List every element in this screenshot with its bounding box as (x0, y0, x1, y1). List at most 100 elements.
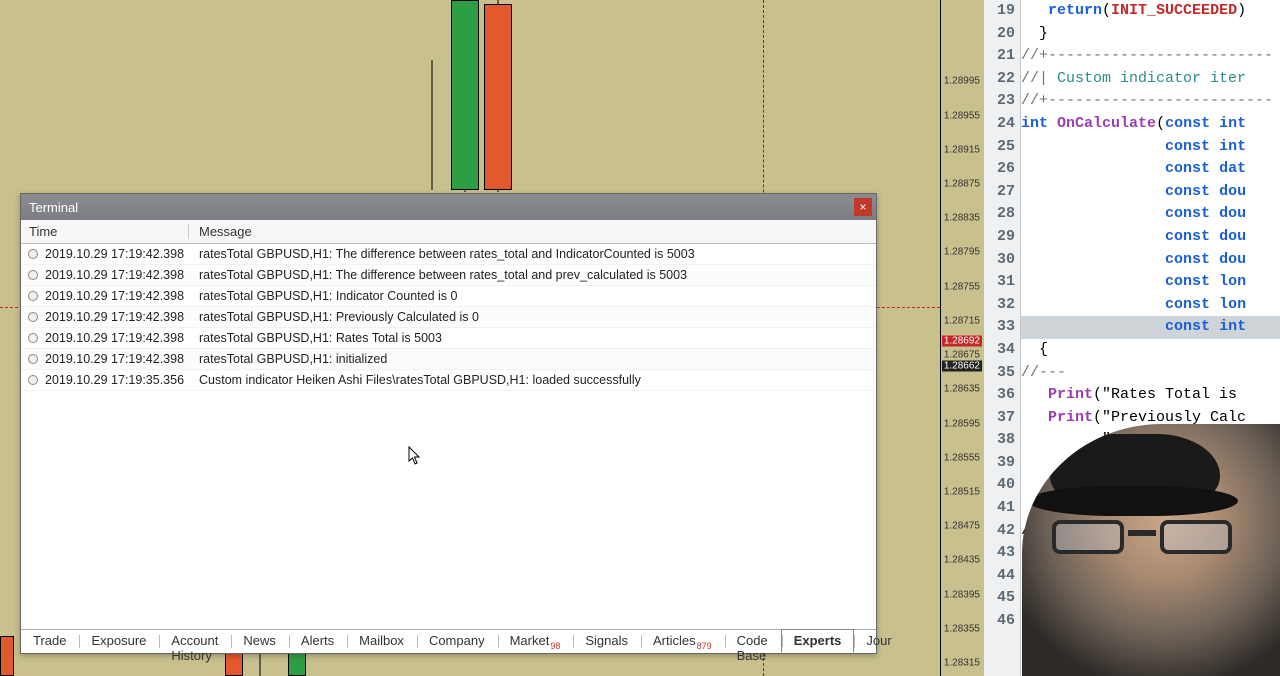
terminal-columns: Time Message (21, 220, 876, 244)
price-tick: 1.28715 (942, 315, 982, 326)
price-tick: 1.28595 (942, 418, 982, 429)
log-row[interactable]: 2019.10.29 17:19:35.356Custom indicator … (21, 370, 876, 391)
line-number: 29 (984, 226, 1015, 249)
price-tick: 1.28835 (942, 213, 982, 224)
log-status-icon (28, 291, 38, 301)
code-line: const dou (1021, 226, 1280, 249)
terminal-title: Terminal (29, 200, 78, 215)
code-line: //| Custom indicator iter (1021, 68, 1280, 91)
price-tick: 1.28475 (942, 521, 982, 532)
tab-company[interactable]: Company (417, 630, 498, 653)
code-line: //+------------------------- (1021, 90, 1280, 113)
price-tick: 1.28555 (942, 452, 982, 463)
code-line: //+------------------------- (1021, 45, 1280, 68)
line-number: 45 (984, 587, 1015, 610)
line-number: 37 (984, 407, 1015, 430)
candle (425, 60, 439, 190)
terminal-titlebar[interactable]: Terminal × (21, 194, 876, 220)
terminal-tabs: TradeExposureAccount HistoryNewsAlertsMa… (21, 629, 876, 653)
price-tick: 1.28795 (942, 247, 982, 258)
code-line: const dou (1021, 181, 1280, 204)
line-number-gutter: 1920212223242526272829303132333435363738… (984, 0, 1021, 676)
log-row[interactable]: 2019.10.29 17:19:42.398ratesTotal GBPUSD… (21, 244, 876, 265)
tab-mailbox[interactable]: Mailbox (347, 630, 417, 653)
price-tick: 1.28915 (942, 144, 982, 155)
tab-alerts[interactable]: Alerts (289, 630, 347, 653)
price-tick: 1.28955 (942, 110, 982, 121)
log-row[interactable]: 2019.10.29 17:19:42.398ratesTotal GBPUSD… (21, 265, 876, 286)
price-tick: 1.28995 (942, 76, 982, 87)
price-axis: 1.28995 1.28955 1.28915 1.28875 1.28835 1.287… (940, 0, 984, 676)
code-line: return(INIT_SUCCEEDED) (1021, 0, 1280, 23)
log-message: ratesTotal GBPUSD,H1: Previously Calcula… (189, 310, 876, 324)
price-tick: 1.28875 (942, 178, 982, 189)
log-time: 2019.10.29 17:19:42.398 (45, 289, 189, 303)
log-status-icon (28, 333, 38, 343)
log-row[interactable]: 2019.10.29 17:19:42.398ratesTotal GBPUSD… (21, 328, 876, 349)
tab-news[interactable]: News (231, 630, 289, 653)
code-line: const int (1021, 316, 1280, 339)
code-line: //--- (1021, 362, 1280, 385)
line-number: 24 (984, 113, 1015, 136)
code-line: const int (1021, 136, 1280, 159)
line-number: 34 (984, 339, 1015, 362)
tab-badge: 879 (697, 641, 712, 651)
line-number: 44 (984, 565, 1015, 588)
tab-experts[interactable]: Experts (781, 629, 855, 653)
line-number: 25 (984, 136, 1015, 159)
code-line: { (1021, 339, 1280, 362)
price-ask-label: 1.28662 (942, 361, 982, 372)
terminal-window: Terminal × Time Message 2019.10.29 17:19… (20, 193, 877, 654)
tab-jour[interactable]: Jour (854, 630, 904, 653)
terminal-log[interactable]: 2019.10.29 17:19:42.398ratesTotal GBPUSD… (21, 244, 876, 653)
line-number: 26 (984, 158, 1015, 181)
col-header-time[interactable]: Time (21, 224, 189, 239)
code-line: const dou (1021, 203, 1280, 226)
log-status-icon (28, 354, 38, 364)
log-message: ratesTotal GBPUSD,H1: Rates Total is 500… (189, 331, 876, 345)
code-line: const dat (1021, 158, 1280, 181)
price-tick: 1.28755 (942, 281, 982, 292)
close-icon[interactable]: × (854, 198, 872, 216)
code-line: const lon (1021, 271, 1280, 294)
log-message: ratesTotal GBPUSD,H1: The difference bet… (189, 247, 876, 261)
line-number: 22 (984, 68, 1015, 91)
log-message: ratesTotal GBPUSD,H1: The difference bet… (189, 268, 876, 282)
tab-code-base[interactable]: Code Base (725, 630, 781, 653)
line-number: 42 (984, 520, 1015, 543)
log-row[interactable]: 2019.10.29 17:19:42.398ratesTotal GBPUSD… (21, 286, 876, 307)
webcam-overlay (1022, 424, 1280, 676)
tab-trade[interactable]: Trade (21, 630, 79, 653)
line-number: 20 (984, 23, 1015, 46)
log-row[interactable]: 2019.10.29 17:19:42.398ratesTotal GBPUSD… (21, 349, 876, 370)
line-number: 21 (984, 45, 1015, 68)
code-line: const lon (1021, 294, 1280, 317)
price-tick: 1.28675 (942, 350, 982, 361)
log-time: 2019.10.29 17:19:42.398 (45, 331, 189, 345)
log-row[interactable]: 2019.10.29 17:19:42.398ratesTotal GBPUSD… (21, 307, 876, 328)
line-number: 23 (984, 90, 1015, 113)
candle (484, 0, 512, 192)
tab-exposure[interactable]: Exposure (79, 630, 159, 653)
log-time: 2019.10.29 17:19:42.398 (45, 352, 189, 366)
code-line: } (1021, 23, 1280, 46)
line-number: 32 (984, 294, 1015, 317)
tab-market[interactable]: Market98 (498, 630, 574, 653)
col-header-message[interactable]: Message (189, 224, 876, 239)
line-number: 39 (984, 452, 1015, 475)
tab-badge: 98 (550, 641, 560, 651)
log-status-icon (28, 270, 38, 280)
tab-account-history[interactable]: Account History (159, 630, 231, 653)
line-number: 31 (984, 271, 1015, 294)
tab-articles[interactable]: Articles879 (641, 630, 725, 653)
code-line: int OnCalculate(const int (1021, 113, 1280, 136)
tab-signals[interactable]: Signals (573, 630, 641, 653)
price-tick: 1.28395 (942, 589, 982, 600)
line-number: 30 (984, 249, 1015, 272)
line-number: 27 (984, 181, 1015, 204)
log-time: 2019.10.29 17:19:42.398 (45, 268, 189, 282)
price-tick: 1.28435 (942, 555, 982, 566)
log-message: ratesTotal GBPUSD,H1: initialized (189, 352, 876, 366)
price-tick: 1.28315 (942, 658, 982, 669)
log-status-icon (28, 249, 38, 259)
